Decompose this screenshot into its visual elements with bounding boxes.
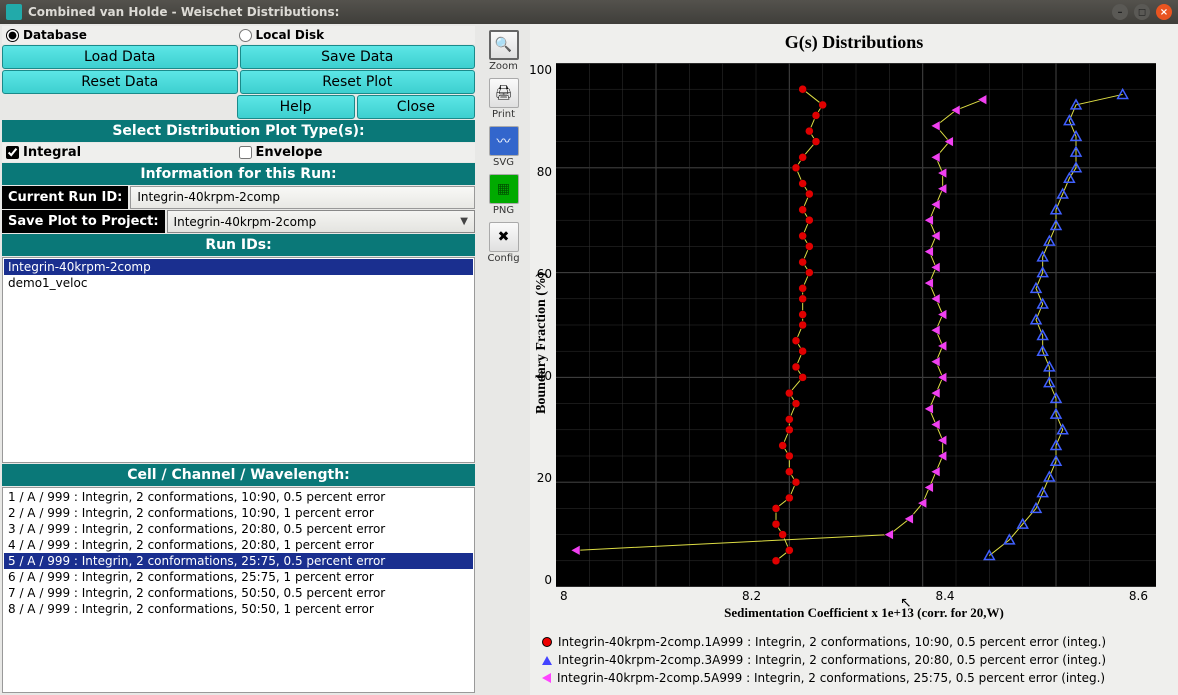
x-axis-ticks: 88.28.48.6 [552, 589, 1176, 603]
y-axis-ticks: 100806040200 [528, 63, 552, 587]
minimize-button[interactable]: – [1112, 4, 1128, 20]
database-radio[interactable]: Database [6, 28, 239, 42]
source-radio-group: Database Local Disk [2, 26, 475, 44]
print-icon: 🖨 [489, 78, 519, 108]
load-data-button[interactable]: Load Data [2, 45, 238, 69]
chart-title: G(s) Distributions [532, 26, 1176, 59]
maximize-button[interactable]: ◻ [1134, 4, 1150, 20]
print-tool[interactable]: 🖨Print [487, 76, 521, 122]
integral-checkbox[interactable]: Integral [6, 145, 239, 160]
config-tool[interactable]: ✖Config [485, 220, 521, 266]
ccw-item[interactable]: 2 / A / 999 : Integrin, 2 conformations,… [4, 505, 473, 521]
plot-types-header: Select Distribution Plot Type(s): [2, 120, 475, 142]
ccw-list[interactable]: 1 / A / 999 : Integrin, 2 conformations,… [2, 487, 475, 693]
plot-area[interactable]: 100806040200 [556, 63, 1156, 587]
app-icon [6, 4, 22, 20]
close-button[interactable]: Close [357, 95, 475, 119]
save-data-button[interactable]: Save Data [240, 45, 476, 69]
legend-item: Integrin-40krpm-2comp.3A999 : Integrin, … [542, 651, 1166, 669]
chart-panel: G(s) Distributions Boundary Fraction (%)… [530, 24, 1178, 695]
run-id-item[interactable]: demo1_veloc [4, 275, 473, 291]
window-title: Combined van Holde - Weischet Distributi… [28, 5, 339, 19]
plot-type-checkboxes: Integral Envelope [2, 143, 475, 162]
current-run-label: Current Run ID: [2, 186, 128, 209]
ccw-item[interactable]: 4 / A / 999 : Integrin, 2 conformations,… [4, 537, 473, 553]
reset-data-button[interactable]: Reset Data [2, 70, 238, 94]
ccw-item[interactable]: 8 / A / 999 : Integrin, 2 conformations,… [4, 601, 473, 617]
run-ids-header: Run IDs: [2, 234, 475, 256]
local-disk-radio[interactable]: Local Disk [239, 28, 472, 42]
png-icon: ▦ [489, 174, 519, 204]
info-header: Information for this Run: [2, 163, 475, 185]
plot-svg [556, 63, 1156, 587]
config-icon: ✖ [489, 222, 519, 252]
close-window-button[interactable]: × [1156, 4, 1172, 20]
zoom-icon: 🔍 [489, 30, 519, 60]
envelope-checkbox[interactable]: Envelope [239, 145, 472, 160]
run-ids-list[interactable]: Integrin-40krpm-2compdemo1_veloc [2, 257, 475, 463]
svg-icon: 〰 [489, 126, 519, 156]
reset-plot-button[interactable]: Reset Plot [240, 70, 476, 94]
ccw-header: Cell / Channel / Wavelength: [2, 464, 475, 486]
current-run-field[interactable]: Integrin-40krpm-2comp [130, 186, 475, 209]
svg-tool[interactable]: 〰SVG [487, 124, 521, 170]
save-plot-combo[interactable]: Integrin-40krpm-2comp [167, 210, 475, 233]
ccw-item[interactable]: 7 / A / 999 : Integrin, 2 conformations,… [4, 585, 473, 601]
x-axis-label: Sedimentation Coefficient x 1e+13 (corr.… [552, 603, 1176, 627]
legend: Integrin-40krpm-2comp.1A999 : Integrin, … [532, 627, 1176, 693]
left-panel: Database Local Disk Load Data Save Data … [0, 24, 477, 695]
run-id-item[interactable]: Integrin-40krpm-2comp [4, 259, 473, 275]
ccw-item[interactable]: 1 / A / 999 : Integrin, 2 conformations,… [4, 489, 473, 505]
titlebar: Combined van Holde - Weischet Distributi… [0, 0, 1178, 24]
png-tool[interactable]: ▦PNG [487, 172, 521, 218]
zoom-tool[interactable]: 🔍Zoom [487, 28, 521, 74]
ccw-item[interactable]: 3 / A / 999 : Integrin, 2 conformations,… [4, 521, 473, 537]
save-plot-label: Save Plot to Project: [2, 210, 165, 233]
ccw-item[interactable]: 6 / A / 999 : Integrin, 2 conformations,… [4, 569, 473, 585]
help-button[interactable]: Help [237, 95, 355, 119]
app-body: Database Local Disk Load Data Save Data … [0, 24, 1178, 695]
legend-item: Integrin-40krpm-2comp.5A999 : Integrin, … [542, 669, 1166, 687]
toolbar: 🔍Zoom 🖨Print 〰SVG ▦PNG ✖Config [477, 24, 530, 695]
ccw-item[interactable]: 5 / A / 999 : Integrin, 2 conformations,… [4, 553, 473, 569]
legend-item: Integrin-40krpm-2comp.1A999 : Integrin, … [542, 633, 1166, 651]
